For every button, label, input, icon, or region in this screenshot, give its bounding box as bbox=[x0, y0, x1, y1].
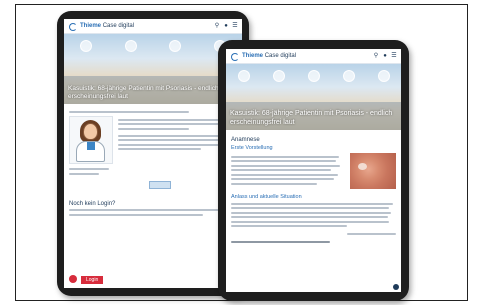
section-heading: Anamnese bbox=[231, 137, 260, 143]
category-icon[interactable] bbox=[272, 70, 285, 82]
category-icon[interactable] bbox=[169, 40, 182, 52]
search-icon[interactable]: ⚲ bbox=[373, 53, 379, 59]
category-icon[interactable] bbox=[342, 70, 355, 82]
brand-logo[interactable]: Thieme Case digital bbox=[80, 23, 134, 29]
top-bar: Thieme Case digital ⚲ ● ☰ bbox=[226, 49, 401, 64]
page-title: Kasuistik: 68-jährige Patientin mit Psor… bbox=[68, 85, 219, 100]
doctor-avatar bbox=[69, 116, 113, 164]
thieme-logo-icon[interactable] bbox=[230, 52, 239, 61]
login-button[interactable]: Login bbox=[81, 276, 104, 284]
thieme-logo-icon[interactable] bbox=[68, 22, 77, 31]
main-content: Anamnese Erste Vorstellung Anlass und ak… bbox=[226, 130, 401, 249]
front-tablet-screen: Thieme Case digital ⚲ ● ☰ Kasuistik: 68-… bbox=[226, 49, 401, 292]
category-icon[interactable] bbox=[124, 40, 137, 52]
front-tablet: Thieme Case digital ⚲ ● ☰ Kasuistik: 68-… bbox=[218, 40, 409, 301]
subheading: Erste Vorstellung bbox=[231, 145, 273, 151]
footer-logos: Login bbox=[69, 273, 104, 284]
menu-icon[interactable]: ☰ bbox=[391, 53, 397, 59]
hero-banner: Kasuistik: 68-jährige Patientin mit Psor… bbox=[64, 34, 242, 104]
subheading: Anlass und aktuelle Situation bbox=[231, 194, 302, 200]
category-icon[interactable] bbox=[377, 70, 390, 82]
psoriasis-photo bbox=[350, 153, 396, 189]
page-title: Kasuistik: 68-jährige Patientin mit Psor… bbox=[230, 110, 393, 126]
section-heading: Noch kein Login? bbox=[69, 200, 116, 207]
scroll-top-icon[interactable] bbox=[393, 284, 399, 290]
category-icon[interactable] bbox=[80, 40, 93, 52]
category-icon[interactable] bbox=[237, 70, 250, 82]
thieme-round-icon bbox=[69, 274, 77, 283]
main-content: Noch kein Login? bbox=[64, 104, 242, 221]
hero-banner: Kasuistik: 68-jährige Patientin mit Psor… bbox=[226, 64, 401, 130]
user-icon[interactable]: ● bbox=[223, 23, 229, 29]
category-icon[interactable] bbox=[307, 70, 320, 82]
top-bar: Thieme Case digital ⚲ ● ☰ bbox=[64, 19, 242, 34]
search-icon[interactable]: ⚲ bbox=[214, 23, 220, 29]
user-icon[interactable]: ● bbox=[382, 53, 388, 59]
menu-icon[interactable]: ☰ bbox=[232, 23, 238, 29]
brand-logo[interactable]: Thieme Case digital bbox=[242, 53, 296, 59]
back-tablet-screen: Thieme Case digital ⚲ ● ☰ Kasuistik: 68-… bbox=[64, 19, 242, 288]
more-button[interactable] bbox=[149, 180, 171, 189]
